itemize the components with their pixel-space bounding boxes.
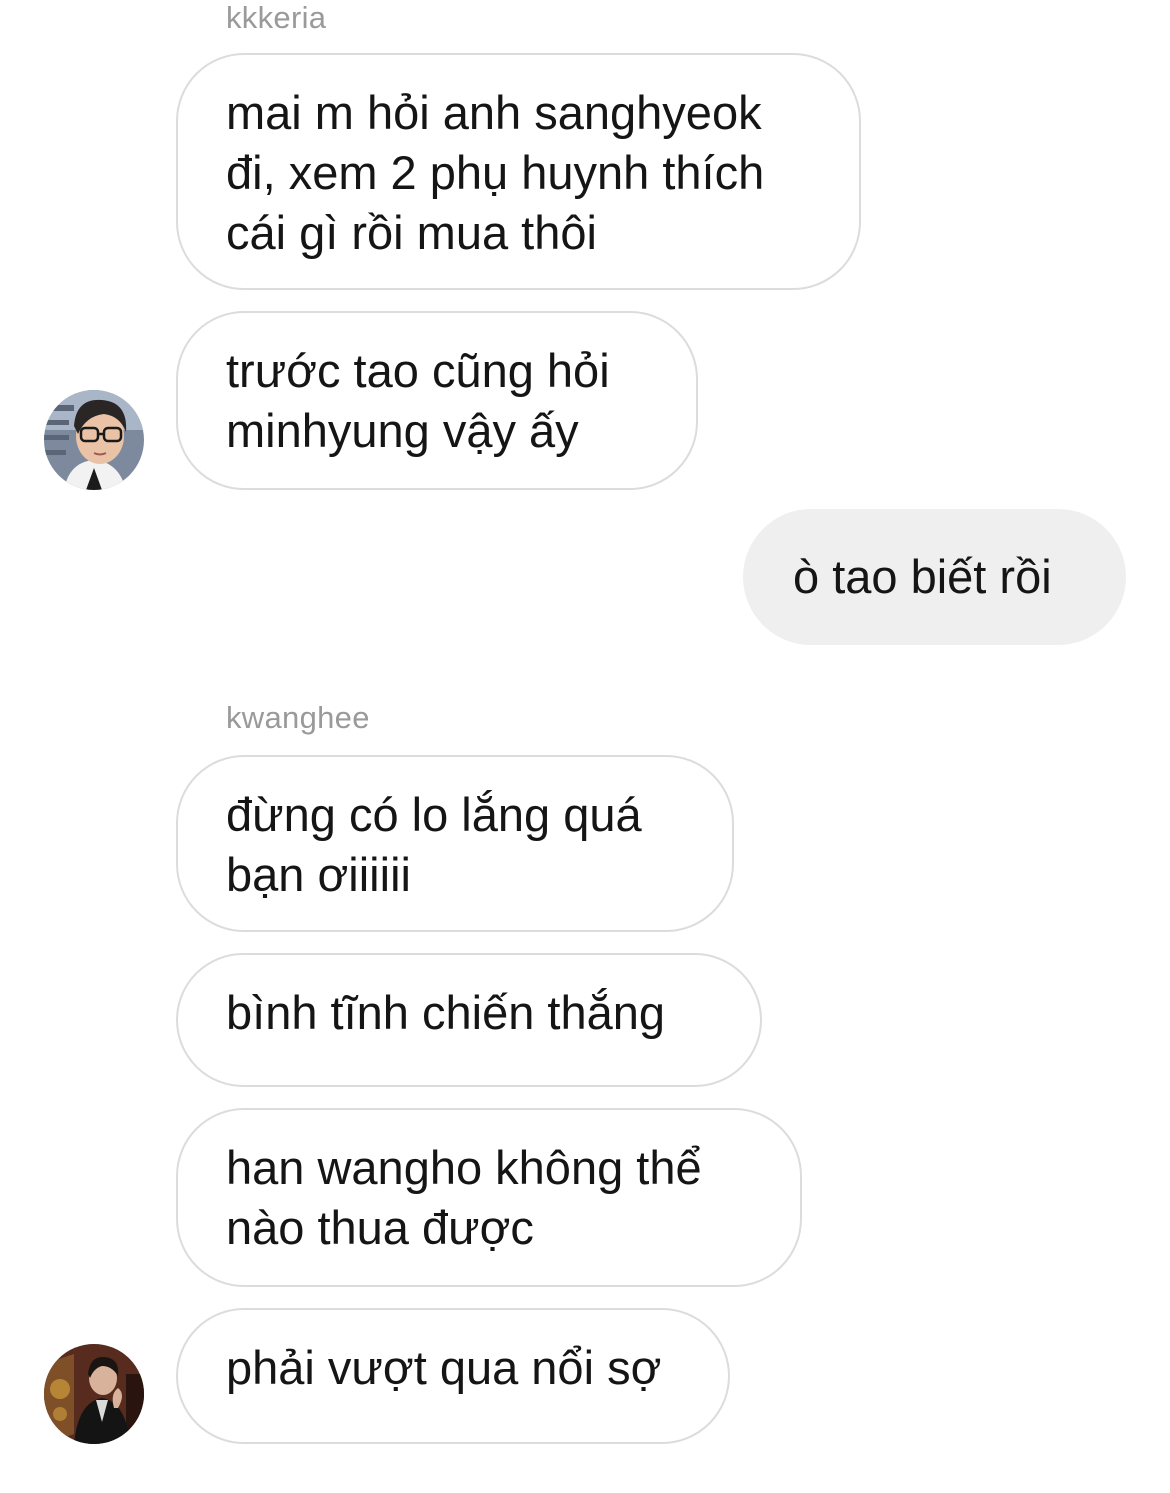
message-bubble-incoming[interactable]: mai m hỏi anh sanghyeok đi, xem 2 phụ hu… (176, 53, 861, 290)
message-bubble-incoming[interactable]: đừng có lo lắng quá bạn ơiiiiii (176, 755, 734, 932)
message-bubble-incoming[interactable]: trước tao cũng hỏi minhyung vậy ấy (176, 311, 698, 490)
message-bubble-incoming[interactable]: han wangho không thể nào thua được (176, 1108, 802, 1287)
avatar[interactable] (44, 1344, 144, 1444)
sender-name-kkkeria: kkkeria (226, 0, 327, 35)
user-photo-glasses-icon (44, 390, 144, 490)
message-bubble-incoming[interactable]: phải vượt qua nổi sợ (176, 1308, 730, 1444)
message-bubble-incoming[interactable]: bình tĩnh chiến thắng (176, 953, 762, 1087)
user-photo-dark-icon (44, 1344, 144, 1444)
message-bubble-outgoing[interactable]: ò tao biết rồi (743, 509, 1126, 645)
avatar[interactable] (44, 390, 144, 490)
sender-name-kwanghee: kwanghee (226, 700, 370, 735)
